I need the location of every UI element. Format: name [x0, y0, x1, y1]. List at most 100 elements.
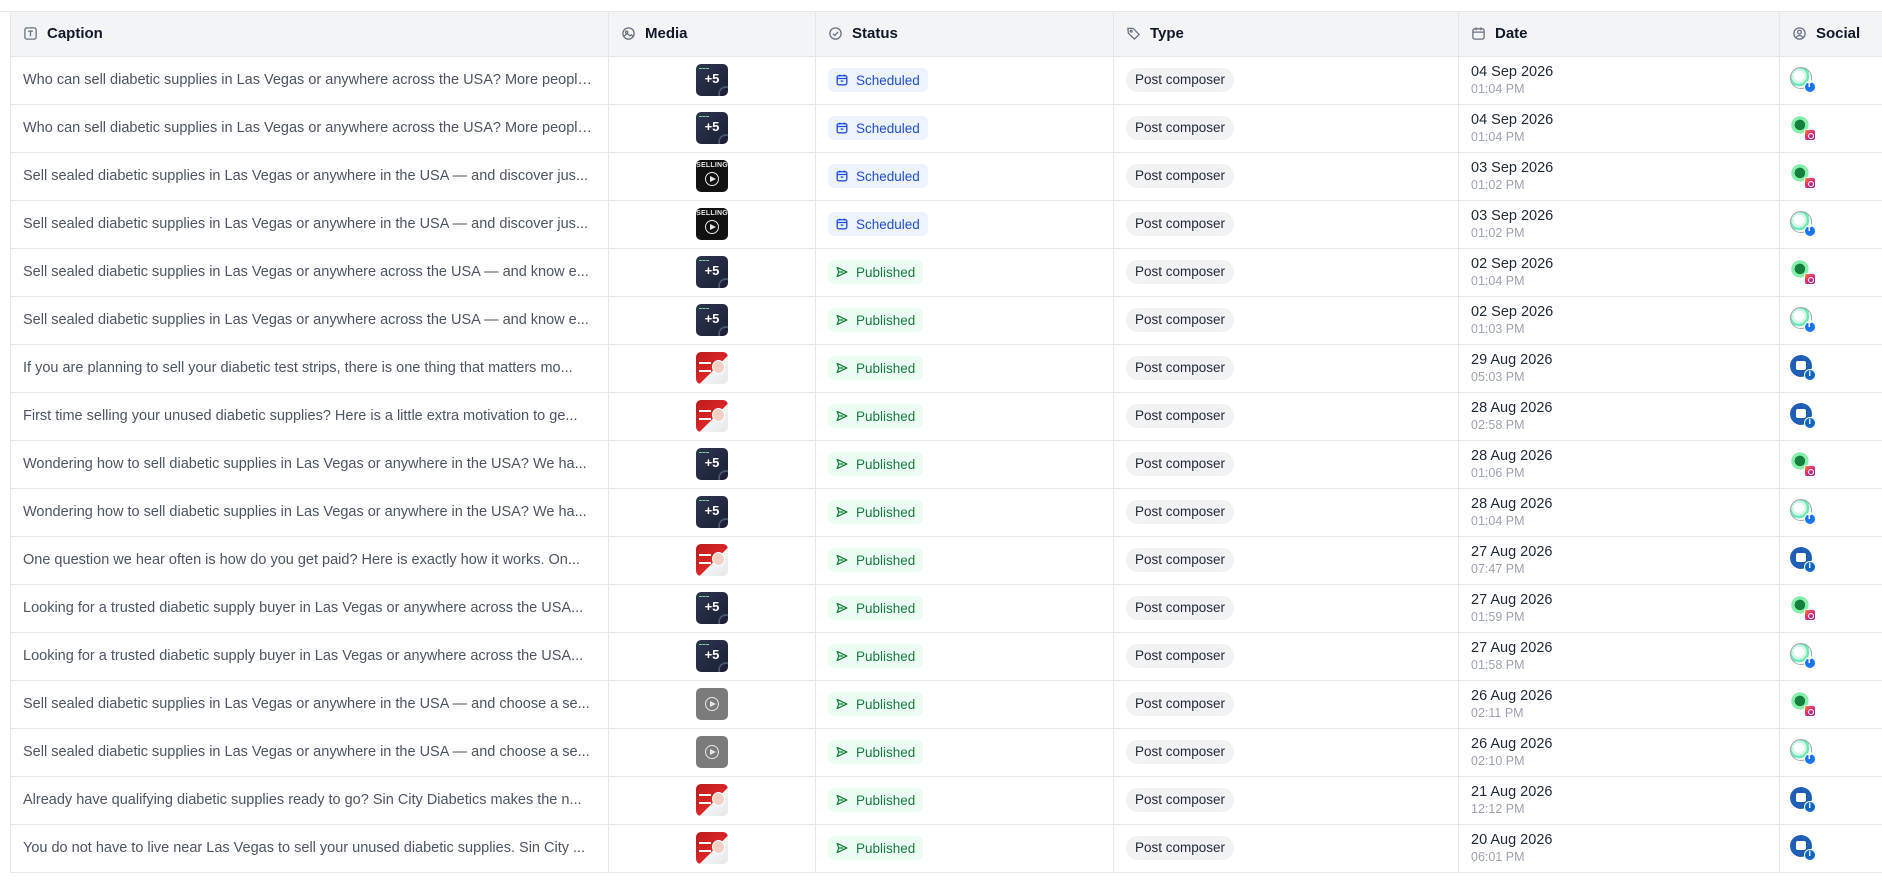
- social-cell[interactable]: [1779, 56, 1882, 105]
- account-avatar[interactable]: [1790, 211, 1816, 237]
- media-thumbnail-video[interactable]: SELLING: [696, 208, 728, 240]
- caption-cell[interactable]: Who can sell diabetic supplies in Las Ve…: [10, 104, 609, 153]
- media-thumbnail-photo[interactable]: [696, 544, 728, 576]
- media-cell[interactable]: [608, 680, 816, 729]
- social-cell[interactable]: [1779, 296, 1882, 345]
- media-thumbnail-photo[interactable]: [696, 832, 728, 864]
- table-row[interactable]: Sell sealed diabetic supplies in Las Veg…: [10, 728, 1882, 777]
- social-cell[interactable]: [1779, 584, 1882, 633]
- media-thumbnail-carousel[interactable]: +5: [696, 256, 728, 288]
- account-avatar[interactable]: [1790, 451, 1816, 477]
- social-cell[interactable]: [1779, 824, 1882, 873]
- media-thumbnail-carousel[interactable]: +5: [696, 592, 728, 624]
- media-thumbnail-carousel[interactable]: +5: [696, 496, 728, 528]
- caption-cell[interactable]: Already have qualifying diabetic supplie…: [10, 776, 609, 825]
- media-thumbnail-carousel[interactable]: +5: [696, 448, 728, 480]
- account-avatar[interactable]: [1790, 115, 1816, 141]
- column-header-caption[interactable]: Caption: [10, 12, 609, 57]
- media-cell[interactable]: SELLING: [608, 152, 816, 201]
- column-header-type[interactable]: Type: [1113, 12, 1459, 57]
- media-cell[interactable]: [608, 344, 816, 393]
- social-cell[interactable]: [1779, 776, 1882, 825]
- media-thumbnail-carousel[interactable]: +5: [696, 64, 728, 96]
- table-row[interactable]: Looking for a trusted diabetic supply bu…: [10, 632, 1882, 681]
- account-avatar[interactable]: [1790, 259, 1816, 285]
- media-thumbnail-photo[interactable]: [696, 400, 728, 432]
- account-avatar[interactable]: [1790, 547, 1816, 573]
- social-cell[interactable]: [1779, 152, 1882, 201]
- table-row[interactable]: If you are planning to sell your diabeti…: [10, 344, 1882, 393]
- media-cell[interactable]: +5: [608, 248, 816, 297]
- account-avatar[interactable]: [1790, 403, 1816, 429]
- caption-cell[interactable]: Looking for a trusted diabetic supply bu…: [10, 632, 609, 681]
- caption-cell[interactable]: Sell sealed diabetic supplies in Las Veg…: [10, 152, 609, 201]
- caption-cell[interactable]: Sell sealed diabetic supplies in Las Veg…: [10, 200, 609, 249]
- table-row[interactable]: Sell sealed diabetic supplies in Las Veg…: [10, 296, 1882, 345]
- media-thumbnail-carousel[interactable]: +5: [696, 112, 728, 144]
- social-cell[interactable]: [1779, 200, 1882, 249]
- caption-cell[interactable]: Sell sealed diabetic supplies in Las Veg…: [10, 728, 609, 777]
- media-thumbnail-carousel[interactable]: +5: [696, 304, 728, 336]
- media-thumbnail-video[interactable]: [696, 688, 728, 720]
- caption-cell[interactable]: Sell sealed diabetic supplies in Las Veg…: [10, 680, 609, 729]
- media-cell[interactable]: +5: [608, 632, 816, 681]
- media-thumbnail-video[interactable]: [696, 736, 728, 768]
- media-cell[interactable]: +5: [608, 488, 816, 537]
- table-row[interactable]: Who can sell diabetic supplies in Las Ve…: [10, 104, 1882, 153]
- table-row[interactable]: You do not have to live near Las Vegas t…: [10, 824, 1882, 873]
- social-cell[interactable]: [1779, 392, 1882, 441]
- caption-cell[interactable]: If you are planning to sell your diabeti…: [10, 344, 609, 393]
- media-thumbnail-photo[interactable]: [696, 784, 728, 816]
- table-row[interactable]: Looking for a trusted diabetic supply bu…: [10, 584, 1882, 633]
- caption-cell[interactable]: Sell sealed diabetic supplies in Las Veg…: [10, 248, 609, 297]
- column-header-media[interactable]: Media: [608, 12, 816, 57]
- caption-cell[interactable]: You do not have to live near Las Vegas t…: [10, 824, 609, 873]
- caption-cell[interactable]: Who can sell diabetic supplies in Las Ve…: [10, 56, 609, 105]
- account-avatar[interactable]: [1790, 499, 1816, 525]
- social-cell[interactable]: [1779, 632, 1882, 681]
- social-cell[interactable]: [1779, 488, 1882, 537]
- table-row[interactable]: Sell sealed diabetic supplies in Las Veg…: [10, 152, 1882, 201]
- social-cell[interactable]: [1779, 440, 1882, 489]
- account-avatar[interactable]: [1790, 835, 1816, 861]
- account-avatar[interactable]: [1790, 67, 1816, 93]
- table-row[interactable]: Wondering how to sell diabetic supplies …: [10, 488, 1882, 537]
- column-header-status[interactable]: Status: [815, 12, 1114, 57]
- media-cell[interactable]: +5: [608, 56, 816, 105]
- column-header-social[interactable]: Social: [1779, 12, 1882, 57]
- media-cell[interactable]: [608, 824, 816, 873]
- social-cell[interactable]: [1779, 728, 1882, 777]
- table-row[interactable]: Who can sell diabetic supplies in Las Ve…: [10, 56, 1882, 105]
- account-avatar[interactable]: [1790, 739, 1816, 765]
- caption-cell[interactable]: Wondering how to sell diabetic supplies …: [10, 440, 609, 489]
- account-avatar[interactable]: [1790, 691, 1816, 717]
- media-cell[interactable]: [608, 776, 816, 825]
- media-thumbnail-carousel[interactable]: +5: [696, 640, 728, 672]
- table-row[interactable]: One question we hear often is how do you…: [10, 536, 1882, 585]
- caption-cell[interactable]: One question we hear often is how do you…: [10, 536, 609, 585]
- account-avatar[interactable]: [1790, 787, 1816, 813]
- caption-cell[interactable]: First time selling your unused diabetic …: [10, 392, 609, 441]
- table-row[interactable]: Sell sealed diabetic supplies in Las Veg…: [10, 200, 1882, 249]
- media-cell[interactable]: SELLING: [608, 200, 816, 249]
- account-avatar[interactable]: [1790, 307, 1816, 333]
- column-header-date[interactable]: Date: [1458, 12, 1780, 57]
- table-row[interactable]: Already have qualifying diabetic supplie…: [10, 776, 1882, 825]
- social-cell[interactable]: [1779, 104, 1882, 153]
- table-row[interactable]: Sell sealed diabetic supplies in Las Veg…: [10, 680, 1882, 729]
- media-cell[interactable]: [608, 392, 816, 441]
- media-cell[interactable]: [608, 728, 816, 777]
- social-cell[interactable]: [1779, 344, 1882, 393]
- caption-cell[interactable]: Sell sealed diabetic supplies in Las Veg…: [10, 296, 609, 345]
- media-cell[interactable]: +5: [608, 296, 816, 345]
- table-row[interactable]: Sell sealed diabetic supplies in Las Veg…: [10, 248, 1882, 297]
- account-avatar[interactable]: [1790, 355, 1816, 381]
- media-cell[interactable]: +5: [608, 104, 816, 153]
- media-cell[interactable]: +5: [608, 440, 816, 489]
- media-thumbnail-photo[interactable]: [696, 352, 728, 384]
- table-row[interactable]: Wondering how to sell diabetic supplies …: [10, 440, 1882, 489]
- caption-cell[interactable]: Looking for a trusted diabetic supply bu…: [10, 584, 609, 633]
- social-cell[interactable]: [1779, 680, 1882, 729]
- social-cell[interactable]: [1779, 536, 1882, 585]
- account-avatar[interactable]: [1790, 163, 1816, 189]
